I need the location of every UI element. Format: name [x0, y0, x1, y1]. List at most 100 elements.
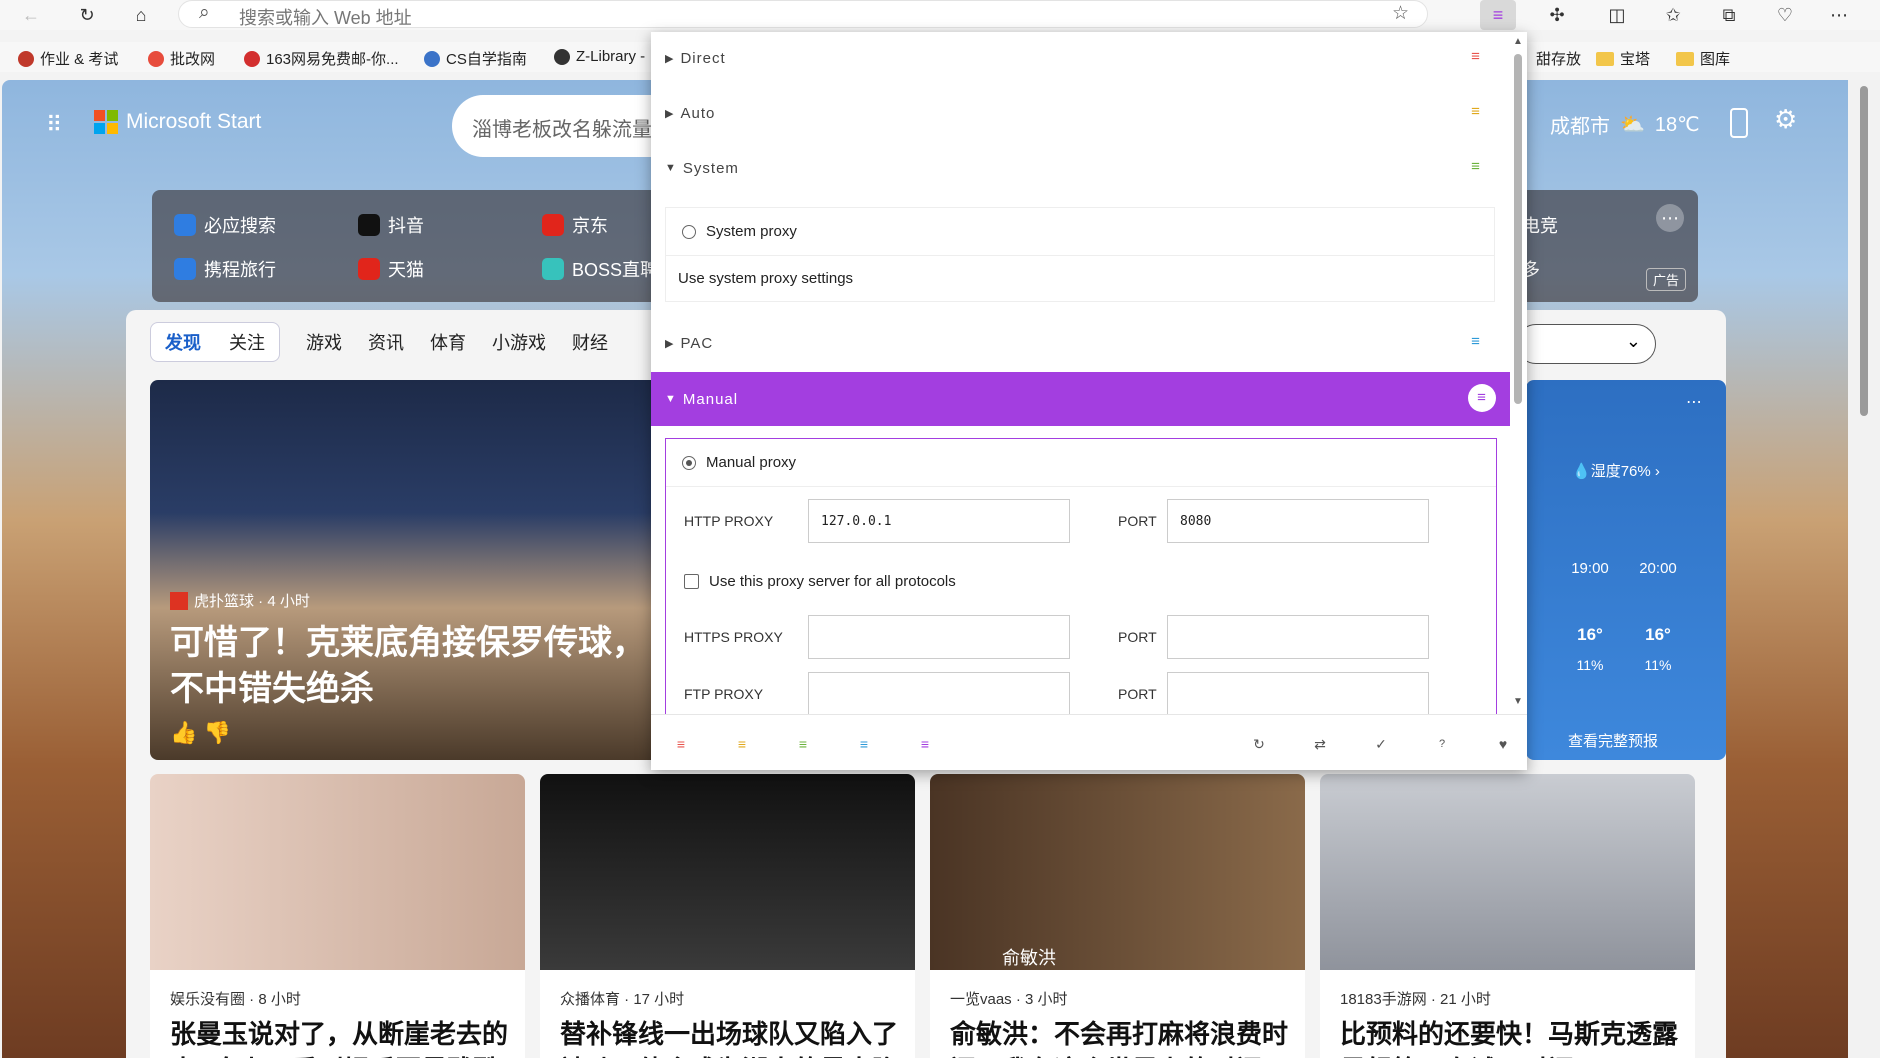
http-port-input[interactable]: 8080	[1167, 499, 1429, 543]
hero-article[interactable]: 虎扑篮球 · 4 小时 可惜了！克莱底角接保罗传球，不中错失绝杀 👍 👎	[150, 380, 670, 760]
popup-scrollbar[interactable]: ▲ ▼	[1510, 32, 1527, 712]
article-card[interactable]: 娱乐没有圈 · 8 小时 张曼玉说对了，从断崖老去的大S身上，看到娱乐圈最残酷	[150, 774, 525, 1058]
article-card[interactable]: 众播体育 · 17 小时 替补锋线一出场球队又陷入了被动，他会成为湖人的最大隐	[540, 774, 915, 1058]
section-direct[interactable]: ▶ Direct ≡	[651, 32, 1508, 84]
back-icon[interactable]: ←	[18, 2, 44, 28]
droplet-icon: 💧	[1572, 463, 1591, 480]
full-forecast-link[interactable]: 查看完整预报	[1568, 730, 1658, 751]
tab-minigames[interactable]: 小游戏	[492, 329, 546, 355]
collections-icon[interactable]: ⧉	[1716, 2, 1742, 28]
system-proxy-option[interactable]: System proxy	[666, 208, 1494, 256]
article-card[interactable]: 18183手游网 · 21 小时 比预料的还要快！马斯克透露星舰第四次试飞时间	[1320, 774, 1695, 1058]
quick-link[interactable]: 抖音	[358, 212, 424, 238]
all-protocols-checkbox[interactable]	[684, 574, 699, 589]
check-icon[interactable]: ✓	[1372, 735, 1390, 753]
more-options-icon[interactable]: ⋯	[1656, 204, 1684, 232]
system-proxy-panel: System proxy Use system proxy settings	[665, 207, 1495, 302]
more-menu-icon[interactable]: ⋯	[1826, 2, 1852, 28]
section-pac[interactable]: ▶ PAC ≡	[651, 317, 1508, 369]
address-bar[interactable]: ⌕ 搜索或输入 Web 地址 ☆	[178, 0, 1428, 28]
more-options-icon[interactable]: ⋯	[1686, 392, 1702, 412]
refresh-icon[interactable]: ↻	[1250, 735, 1268, 753]
weather-summary[interactable]: 成都市 ⛅ 18℃	[1550, 110, 1700, 139]
bookmark-item[interactable]: Z-Library -	[554, 48, 645, 65]
manual-proxy-radio[interactable]	[682, 455, 696, 470]
tab-group: 发现 关注	[150, 322, 280, 362]
favorites-icon[interactable]: ✩	[1660, 2, 1686, 28]
bookmark-favicon-icon	[554, 48, 570, 65]
bookmark-item[interactable]: 163网易免费邮-你...	[244, 48, 399, 69]
article-cards: 娱乐没有圈 · 8 小时 张曼玉说对了，从断崖老去的大S身上，看到娱乐圈最残酷 …	[150, 774, 1700, 1058]
section-system[interactable]: ▼ System ≡	[651, 142, 1508, 194]
bookmark-folder[interactable]: 宝塔	[1596, 48, 1650, 69]
proxy-switch-popup: ▶ Direct ≡ ▶ Auto ≡ ▼ System ≡ System proxy…	[651, 32, 1527, 770]
page-scrollbar[interactable]	[1848, 80, 1880, 1058]
pac-icon[interactable]: ≡	[856, 735, 872, 753]
auto-icon[interactable]: ≡	[734, 735, 750, 753]
scrollbar-thumb[interactable]	[1860, 86, 1868, 416]
layout-dropdown[interactable]: ⌄	[1516, 324, 1656, 364]
scrollbar-thumb[interactable]	[1514, 54, 1522, 404]
article-source: 虎扑篮球 · 4 小时	[170, 590, 310, 611]
swap-icon[interactable]: ⇄	[1311, 735, 1329, 753]
scroll-up-icon[interactable]: ▲	[1513, 36, 1523, 47]
bookmark-item[interactable]: 作业 & 考试	[18, 48, 118, 69]
quick-link[interactable]: 天猫	[358, 256, 424, 282]
tab-news[interactable]: 资讯	[368, 329, 404, 355]
system-proxy-radio[interactable]	[682, 224, 696, 239]
settings-gear-icon[interactable]: ⚙	[1774, 104, 1797, 135]
section-auto[interactable]: ▶ Auto ≡	[651, 87, 1508, 139]
app-launcher-icon[interactable]: ⠿	[46, 112, 62, 138]
bookmark-item[interactable]: CS自学指南	[424, 48, 527, 69]
bookmark-item[interactable]: 批改网	[148, 48, 215, 69]
tab-finance[interactable]: 财经	[572, 329, 608, 355]
scroll-down-icon[interactable]: ▼	[1513, 696, 1523, 707]
bookmark-item[interactable]: 甜存放	[1536, 48, 1581, 69]
hero-title[interactable]: 可惜了！克莱底角接保罗传球，不中错失绝杀	[170, 620, 650, 712]
quick-link[interactable]: 京东	[542, 212, 608, 238]
heart-icon[interactable]: ♥	[1494, 735, 1512, 753]
help-icon[interactable]: ?	[1433, 735, 1451, 753]
bookmark-folder[interactable]: 图库	[1676, 48, 1730, 69]
ftp-proxy-input[interactable]	[808, 672, 1070, 716]
hourly-forecast: 20:00 16° 11%	[1639, 560, 1677, 673]
manual-proxy-panel: Manual proxy HTTP PROXY 127.0.0.1 PORT 8…	[665, 438, 1497, 728]
thumbs-up-icon[interactable]: 👍	[170, 720, 197, 745]
https-proxy-label: HTTPS PROXY	[684, 629, 783, 645]
proxy-extension-icon[interactable]: ≡	[1480, 0, 1516, 30]
system-mode-icon: ≡	[1471, 158, 1481, 175]
tab-discover[interactable]: 发现	[165, 329, 201, 355]
phone-icon[interactable]	[1730, 108, 1748, 138]
tab-follow[interactable]: 关注	[229, 329, 265, 355]
weather-card[interactable]: ⋯ 💧湿度76% › 19:00 16° 11% 20:00 16° 11% 查…	[1526, 380, 1726, 760]
browser-essentials-icon[interactable]: ♡	[1772, 2, 1798, 28]
http-proxy-input[interactable]: 127.0.0.1	[808, 499, 1070, 543]
system-proxy-settings-label: Use system proxy settings	[678, 270, 854, 287]
refresh-icon[interactable]: ↻	[74, 2, 100, 28]
article-card[interactable]: 俞敏洪 一览vaas · 3 小时 俞敏洪：不会再打麻将浪费时间，我在这个世界上…	[930, 774, 1305, 1058]
favorite-star-icon[interactable]: ☆	[1392, 2, 1409, 25]
ftp-port-input[interactable]	[1167, 672, 1429, 716]
manual-proxy-option[interactable]: Manual proxy	[666, 439, 1496, 487]
direct-icon[interactable]: ≡	[673, 735, 689, 753]
all-protocols-option[interactable]: Use this proxy server for all protocols	[684, 573, 956, 590]
quick-link[interactable]: BOSS直聘	[542, 256, 658, 282]
https-port-input[interactable]	[1167, 615, 1429, 659]
system-icon[interactable]: ≡	[795, 735, 811, 753]
thumbs-down-icon[interactable]: 👎	[204, 720, 231, 745]
home-icon[interactable]: ⌂	[128, 2, 154, 28]
split-screen-icon[interactable]: ◫	[1604, 2, 1630, 28]
brand-title[interactable]: Microsoft Start	[126, 110, 261, 134]
https-proxy-input[interactable]	[808, 615, 1070, 659]
quick-link[interactable]: 携程旅行	[174, 256, 276, 282]
quick-link[interactable]: 必应搜索	[174, 212, 276, 238]
tab-games[interactable]: 游戏	[306, 329, 342, 355]
address-placeholder: 搜索或输入 Web 地址	[239, 8, 412, 28]
quick-link[interactable]: 电竞	[1522, 212, 1558, 238]
tab-sports[interactable]: 体育	[430, 329, 466, 355]
manual-mode-icon: ≡	[1468, 384, 1496, 412]
extensions-icon[interactable]: ✣	[1544, 2, 1570, 28]
tmall-icon	[358, 258, 380, 280]
section-manual[interactable]: ▼ Manual ≡	[651, 372, 1510, 426]
manual-icon[interactable]: ≡	[917, 735, 933, 753]
